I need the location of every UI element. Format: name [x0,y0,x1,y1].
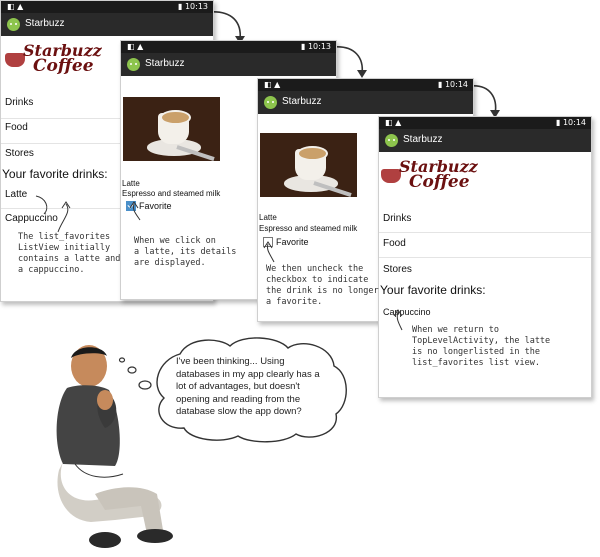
thinking-man-illustration [56,345,173,548]
